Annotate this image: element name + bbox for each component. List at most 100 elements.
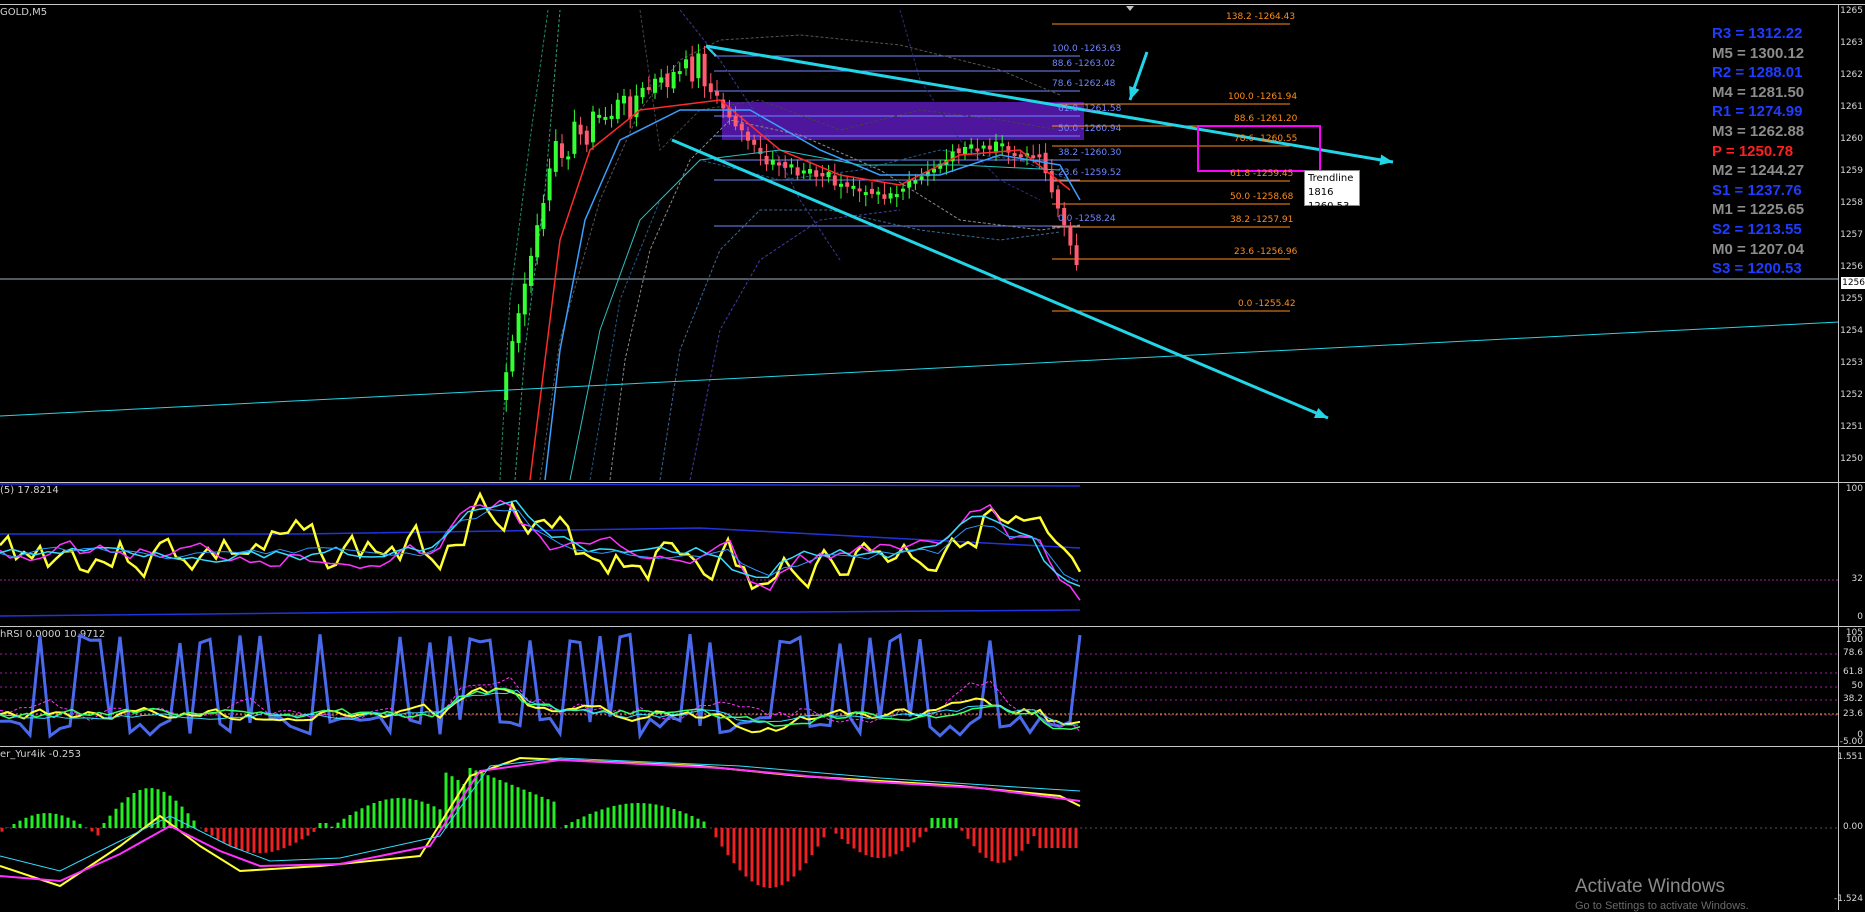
fib-left-label: 100.0 -1263.63: [1052, 44, 1122, 54]
fib-right-label: 50.0 -1258.68: [1230, 192, 1294, 202]
ind2-stoch-rsi-line: [0, 632, 1082, 741]
candle-body: [851, 185, 856, 189]
pivot-level: M4 = 1281.50: [1712, 83, 1805, 101]
indicator-tick: 0: [1857, 612, 1863, 622]
indicator-tick: 32: [1851, 574, 1863, 584]
indicator-tick: 61.8: [1842, 667, 1863, 677]
candle-body: [522, 283, 527, 315]
fast-ma-line: [529, 99, 1071, 481]
candle-body: [541, 202, 546, 229]
indicator-tick: 0.00: [1842, 822, 1863, 832]
candle-body: [504, 372, 509, 400]
main-chart-pane[interactable]: GOLD,M5 138.2 -1264.43 100.0 -1261.94 88.6…: [0, 0, 1865, 482]
candle-body: [659, 77, 664, 83]
candle-body: [653, 78, 657, 93]
candle-body: [981, 145, 986, 149]
pivot-level: S1 = 1237.76: [1712, 181, 1802, 199]
candle-body: [919, 176, 924, 180]
indicator-tick: 38.2: [1842, 694, 1863, 704]
activate-windows-subtitle: Go to Settings to activate Windows.: [1575, 900, 1749, 912]
activate-windows-title: Activate Windows: [1575, 876, 1725, 897]
current-price-marker: 1256: [1841, 277, 1865, 289]
fib-left-label: 50.0 -1260.94: [1058, 124, 1122, 134]
price-scale[interactable]: 1265 1263 1262 1261 1260 1259 1258 1257 1256 1255…: [1838, 4, 1865, 482]
pivot-level: M2 = 1244.27: [1712, 162, 1805, 180]
candle-body: [795, 167, 800, 176]
pivot-level: R2 = 1288.01: [1712, 64, 1803, 82]
price-chart-canvas[interactable]: [0, 0, 1839, 482]
price-tick: 1265: [1840, 6, 1863, 16]
slow-ma-line: [544, 109, 1081, 481]
indicator-3-scale[interactable]: 1.551 0.00 -1.524: [1834, 746, 1865, 910]
pivot-level: R3 = 1312.22: [1712, 25, 1803, 42]
price-tick: 1255: [1840, 294, 1863, 304]
candle-body: [553, 141, 558, 172]
candle-body: [628, 96, 633, 119]
indicator-1-scale[interactable]: 100 32 0: [1838, 482, 1865, 626]
candle-body: [708, 83, 713, 93]
candle-body: [913, 180, 918, 184]
trendline-arrowhead: [1379, 154, 1393, 166]
candle-body: [684, 59, 688, 69]
tooltip-value: 1260.53: [1308, 201, 1350, 212]
pivot-level: M5 = 1300.12: [1712, 44, 1805, 62]
candle-body: [975, 148, 980, 152]
candle-body: [597, 114, 602, 118]
candle-body: [609, 115, 614, 119]
top-marker: [1126, 6, 1134, 11]
price-tick: 1262: [1840, 70, 1863, 80]
supply-zone: [722, 102, 1084, 140]
fib-left-label: 38.2 -1260.30: [1058, 148, 1122, 158]
fib-right-label: 78.6 -1260.55: [1234, 134, 1298, 144]
indicator-2-scale[interactable]: 105 100 78.6 61.8 50 38.2 23.6 0 -5.00: [1838, 626, 1865, 747]
candle-body: [888, 193, 893, 199]
envelope-band: [609, 119, 1081, 481]
candle-body: [832, 175, 837, 186]
candle-body: [622, 95, 626, 104]
candle-body: [739, 123, 744, 131]
candle-body: [1037, 154, 1042, 158]
candle-body: [808, 169, 812, 174]
candle-body: [956, 148, 961, 154]
ind1-high-band: [0, 483, 1081, 487]
price-tick: 1257: [1840, 230, 1863, 240]
indicator-tick: 78.6: [1842, 648, 1863, 658]
price-tick: 1252: [1840, 390, 1863, 400]
candle-body: [702, 53, 707, 87]
ind1-signal-line: [0, 499, 1081, 601]
candle-body: [696, 53, 701, 79]
candle-body: [510, 341, 515, 372]
envelope-band: [689, 209, 901, 481]
candle-body: [516, 313, 521, 343]
fib-right-label: 100.0 -1261.94: [1228, 92, 1298, 102]
fib-right-label: 61.8 -1259.45: [1230, 169, 1294, 179]
envelope-band: [499, 9, 549, 481]
fib-left-label: 88.6 -1263.02: [1052, 59, 1116, 69]
envelope-band: [659, 209, 1061, 481]
candle-body: [1068, 226, 1073, 246]
pivot-level: S3 = 1200.53: [1712, 260, 1802, 278]
candle-body: [1056, 189, 1060, 209]
candle-body: [615, 99, 620, 119]
fib-left-label: 0.0 -1258.24: [1058, 214, 1116, 224]
candle-body: [1000, 143, 1005, 147]
candle-body: [1012, 153, 1017, 157]
price-tick: 1261: [1840, 102, 1863, 112]
indicator-pane-2[interactable]: hRSI 0.0000 10.9712 105 100 78.6 61.8 50 38.2…: [0, 626, 1865, 747]
indicator-tick: 23.6: [1842, 709, 1863, 719]
fib-right-label: 38.2 -1257.91: [1230, 215, 1294, 225]
candle-body: [783, 161, 788, 168]
trendline-arrowhead: [1129, 86, 1140, 100]
candle-body: [987, 145, 992, 150]
candle-body: [764, 155, 769, 165]
candle-body: [572, 121, 577, 154]
candle-body: [826, 171, 831, 178]
price-tick: 1254: [1840, 326, 1863, 336]
indicator-pane-1[interactable]: (5) 17.8214 100 32 0: [0, 482, 1865, 626]
pivot-level: M1 = 1225.65: [1712, 201, 1805, 219]
candle-body: [770, 159, 775, 165]
price-tick: 1258: [1840, 198, 1863, 208]
candle-body: [603, 116, 608, 120]
ind3-cyan-line: [0, 757, 1081, 872]
candle-body: [677, 71, 682, 75]
